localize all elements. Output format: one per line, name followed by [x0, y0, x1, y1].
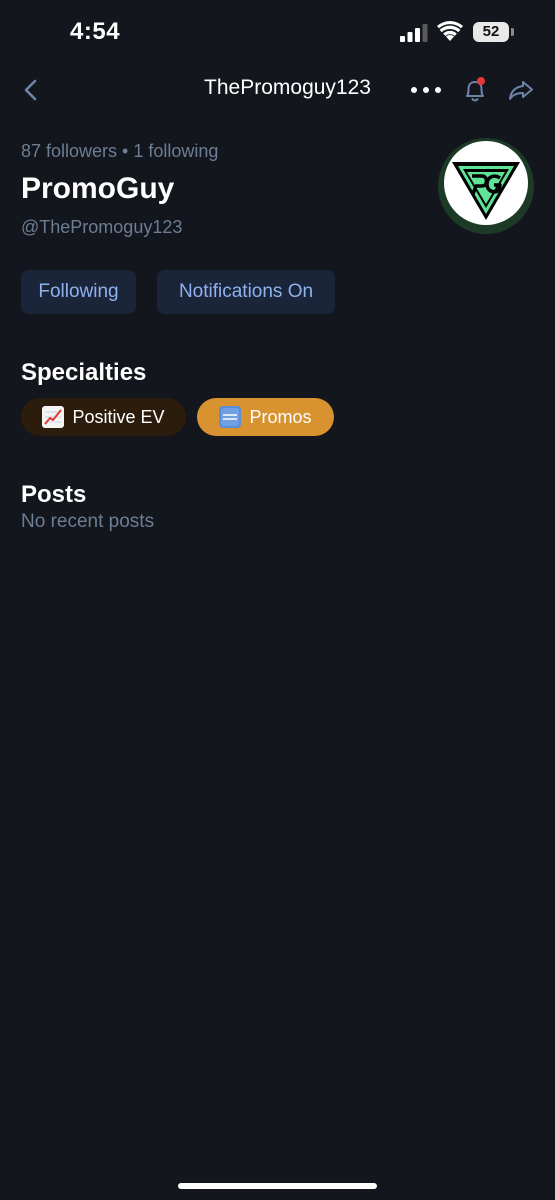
battery-level: 52	[482, 23, 500, 40]
free-badge-icon	[219, 406, 242, 428]
bell-icon[interactable]	[462, 76, 488, 104]
share-icon[interactable]	[507, 78, 535, 102]
notifications-button[interactable]: Notifications On	[157, 270, 335, 314]
battery-tip	[511, 28, 514, 36]
specialty-chip-positive-ev[interactable]: Positive EV	[21, 398, 186, 436]
wifi-icon	[437, 21, 463, 41]
nav-title: ThePromoguy123	[204, 76, 371, 99]
chart-increasing-icon	[42, 406, 65, 428]
specialty-chip-promos[interactable]: Promos	[197, 398, 334, 436]
specialty-label-promos: Promos	[249, 407, 312, 427]
profile-handle: @ThePromoguy123	[21, 217, 183, 237]
posts-title: Posts	[21, 481, 87, 508]
avatar[interactable]	[438, 138, 534, 234]
posts-empty-state: No recent posts	[21, 511, 155, 532]
profile-name: PromoGuy	[21, 172, 175, 205]
back-icon[interactable]	[20, 78, 42, 102]
cellular-signal-icon	[400, 24, 428, 42]
follow-stats[interactable]: 87 followers • 1 following	[21, 141, 218, 162]
battery-indicator: 52	[473, 22, 515, 43]
following-button[interactable]: Following	[21, 270, 136, 314]
more-icon[interactable]	[410, 85, 442, 95]
status-time: 4:54	[70, 18, 121, 45]
specialty-label-positive-ev: Positive EV	[72, 407, 165, 427]
notification-dot	[477, 77, 485, 85]
home-indicator[interactable]	[178, 1183, 377, 1189]
specialties-title: Specialties	[21, 359, 147, 386]
